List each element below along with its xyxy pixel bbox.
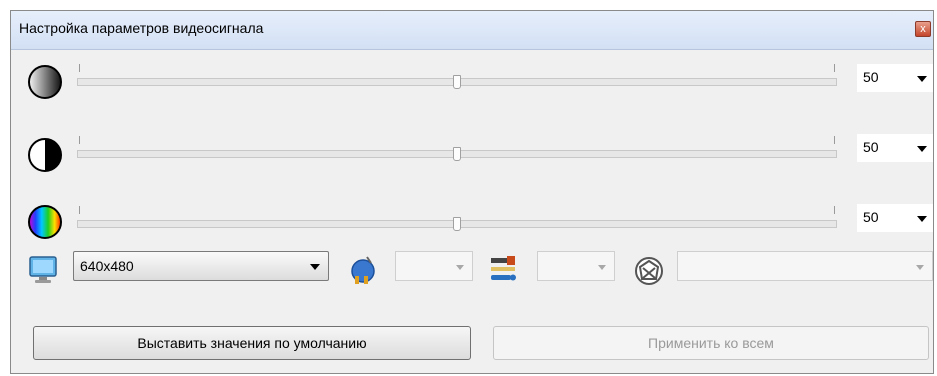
- slider-tick: [79, 136, 80, 144]
- chevron-down-icon: [917, 146, 927, 152]
- standard-select[interactable]: [677, 251, 933, 281]
- slider-tick: [834, 64, 835, 72]
- chevron-down-icon: [917, 216, 927, 222]
- contrast-value-dropdown[interactable]: 50: [857, 134, 933, 162]
- monitor-icon: [29, 256, 57, 283]
- reset-defaults-button[interactable]: Выставить значения по умолчанию: [33, 326, 471, 360]
- power-select[interactable]: [395, 251, 473, 281]
- slider-tick: [834, 206, 835, 214]
- contrast-icon: [28, 138, 62, 172]
- slider-thumb[interactable]: [453, 147, 461, 161]
- tools-select[interactable]: [537, 251, 615, 281]
- saturation-value-dropdown[interactable]: 50: [857, 204, 933, 232]
- window-title: Настройка параметров видеосигнала: [19, 20, 264, 36]
- tools-icon: [491, 256, 516, 281]
- chevron-down-icon: [310, 264, 320, 270]
- color-saturation-icon: [28, 205, 62, 239]
- close-button[interactable]: x: [915, 21, 931, 37]
- chevron-down-icon: [917, 76, 927, 82]
- brightness-value-dropdown[interactable]: 50: [857, 64, 933, 92]
- contrast-value: 50: [863, 139, 879, 155]
- video-settings-window: Настройка параметров видеосигнала x 50 5…: [10, 10, 934, 374]
- chevron-down-icon: [456, 265, 464, 270]
- brightness-icon: [28, 65, 62, 99]
- slider-thumb[interactable]: [453, 75, 461, 89]
- chevron-down-icon: [598, 265, 606, 270]
- chevron-down-icon: [916, 265, 924, 270]
- saturation-value: 50: [863, 209, 879, 225]
- power-plug-icon: [351, 256, 375, 284]
- slider-tick: [834, 136, 835, 144]
- resolution-select[interactable]: 640x480: [73, 251, 329, 281]
- slider-tick: [79, 206, 80, 214]
- title-bar: Настройка параметров видеосигнала x: [11, 11, 933, 50]
- slider-thumb[interactable]: [453, 217, 461, 231]
- standard-badge-icon: [635, 257, 663, 285]
- brightness-value: 50: [863, 69, 879, 85]
- resolution-value: 640x480: [80, 258, 134, 274]
- slider-tick: [79, 64, 80, 72]
- apply-to-all-button[interactable]: Применить ко всем: [493, 326, 929, 360]
